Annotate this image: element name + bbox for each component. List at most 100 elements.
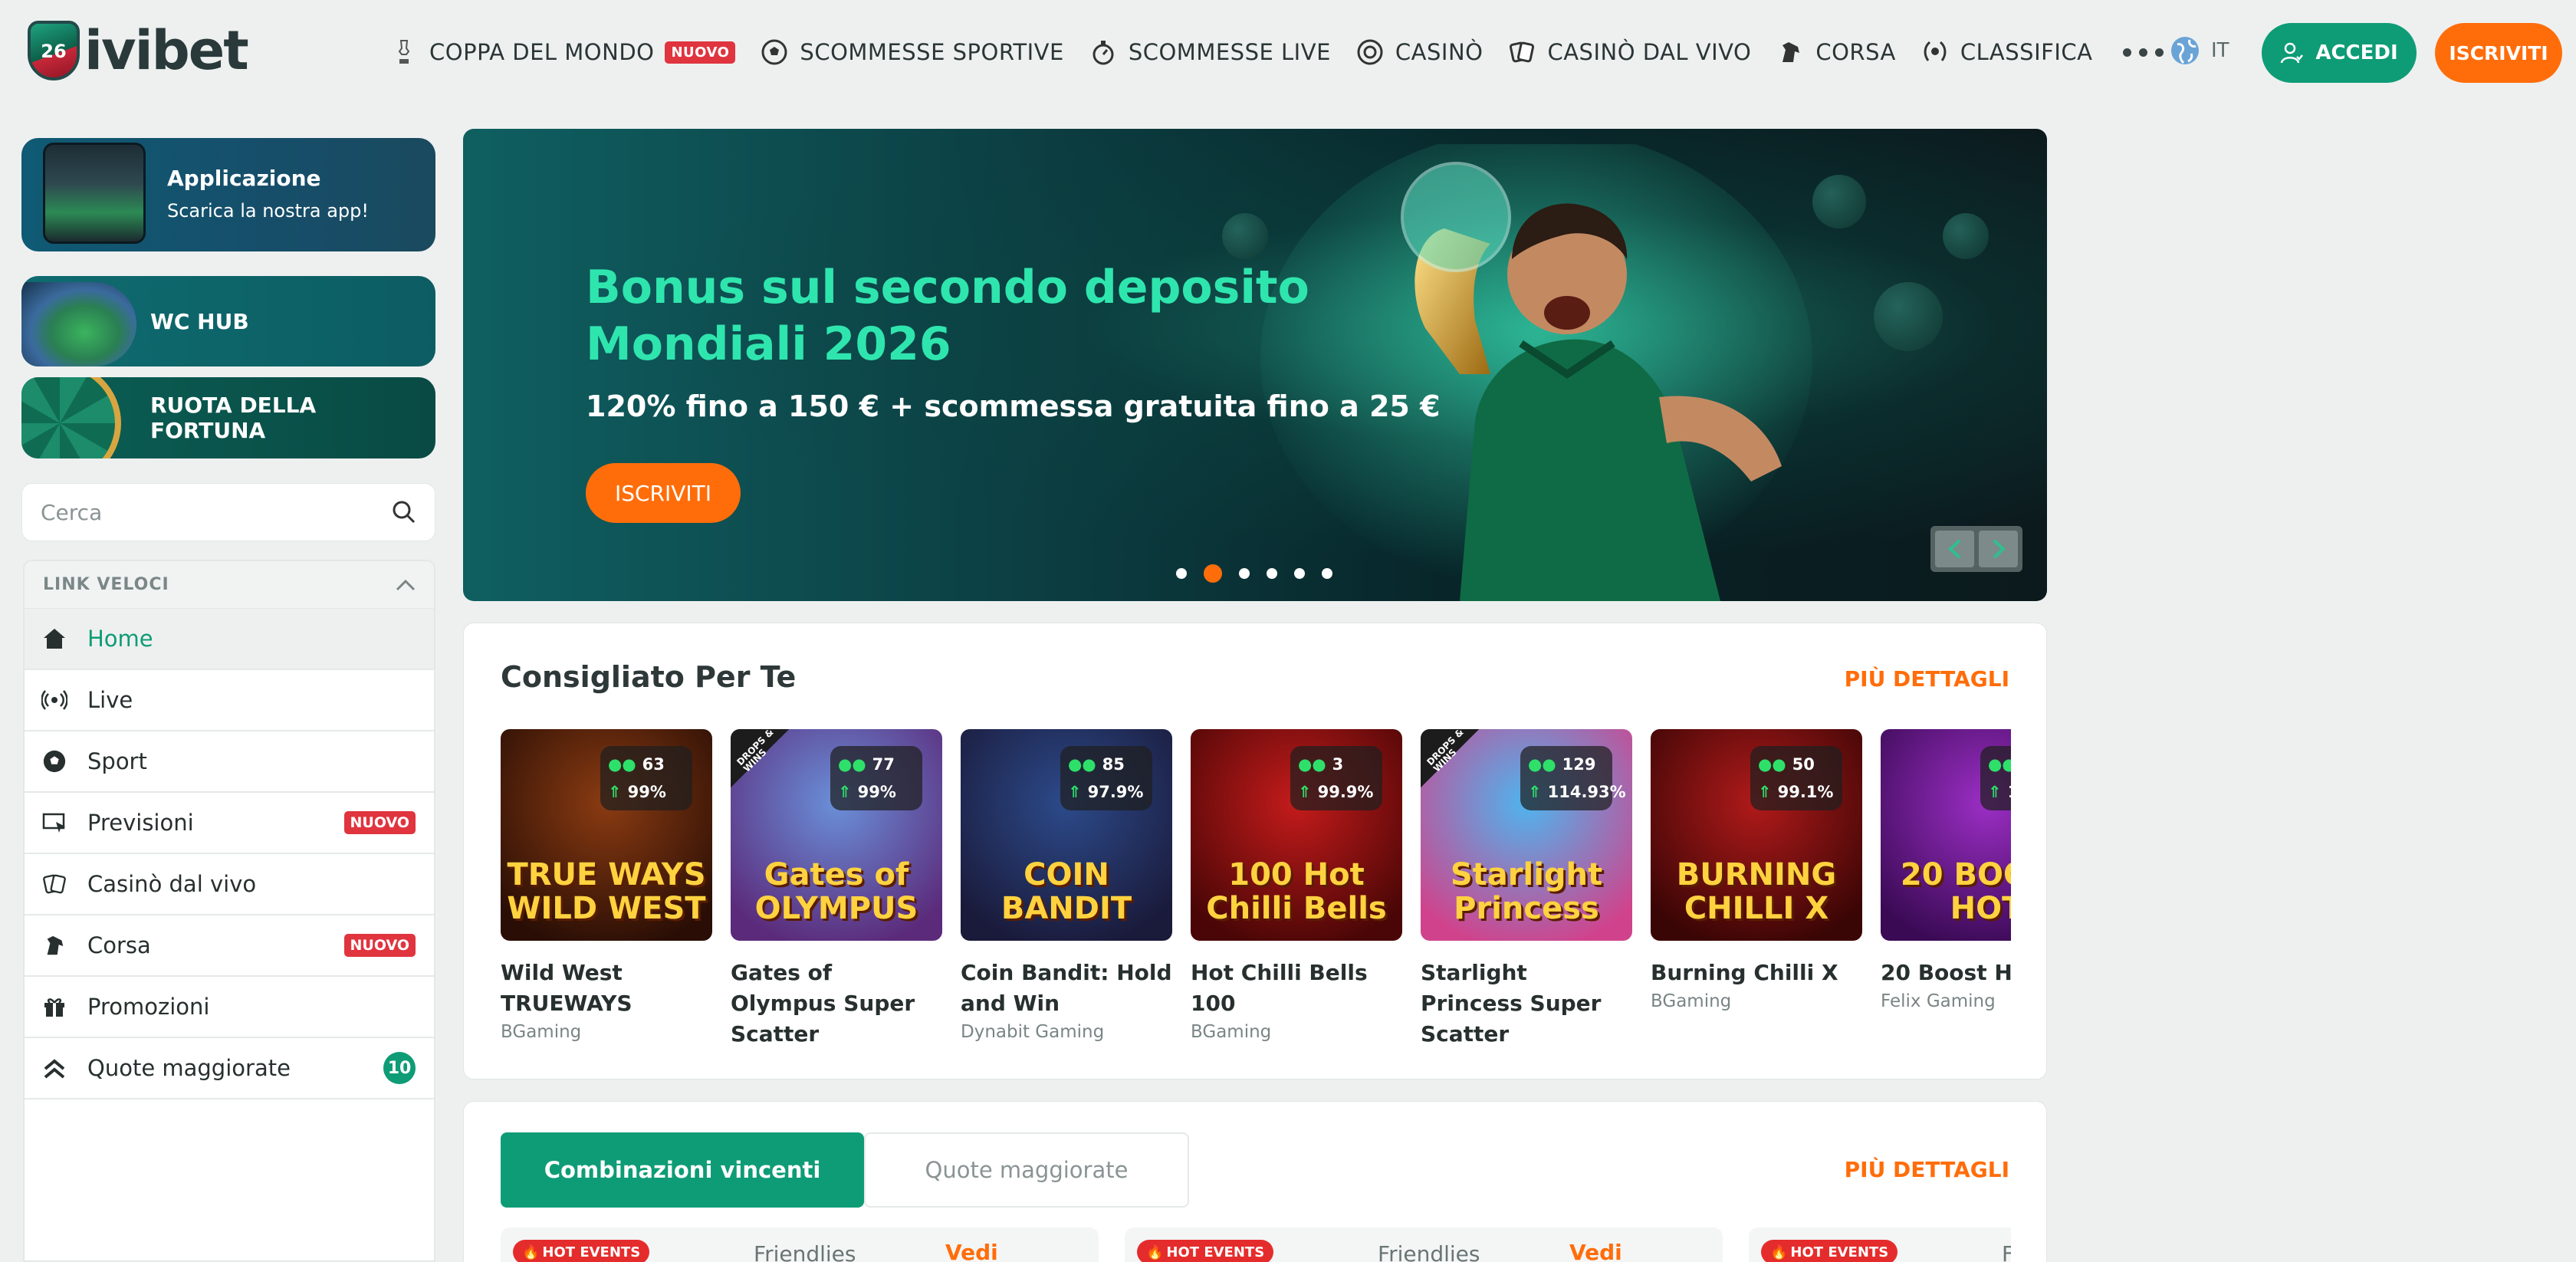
signup-button[interactable]: ISCRIVITI bbox=[2435, 23, 2562, 83]
laurel-icon bbox=[1922, 39, 1948, 65]
quick-link-promotions[interactable]: Promozioni bbox=[25, 977, 434, 1038]
quick-links-header[interactable]: LINK VELOCI bbox=[25, 561, 434, 609]
quick-link-boosted-odds[interactable]: Quote maggiorate 10 bbox=[25, 1038, 434, 1099]
logo-badge: 26 bbox=[41, 41, 67, 62]
chevron-left-icon[interactable] bbox=[1935, 531, 1974, 567]
players-count: 129 bbox=[1562, 755, 1596, 774]
game-provider: BGaming bbox=[1651, 991, 1732, 1011]
fire-icon: 🔥 bbox=[522, 1244, 540, 1260]
quick-link-label: Home bbox=[87, 626, 153, 652]
game-title[interactable]: Starlight Princess Super Scatter bbox=[1421, 958, 1632, 1050]
players-icon: ●● bbox=[1068, 755, 1096, 774]
count-badge: 10 bbox=[383, 1052, 416, 1084]
carousel-dot[interactable] bbox=[1267, 568, 1277, 579]
app-card-text: Applicazione Scarica la nostra app! bbox=[167, 166, 369, 222]
carousel-dot-active[interactable] bbox=[1204, 564, 1222, 583]
quick-link-live-casino[interactable]: Casinò dal vivo bbox=[25, 854, 434, 915]
view-slip-link[interactable]: Vedi schedina bbox=[1569, 1240, 1723, 1262]
quick-links-panel: LINK VELOCI Home Live Sport Previsioni N… bbox=[23, 560, 435, 1262]
nav-world-cup[interactable]: COPPA DEL MONDO NUOVO bbox=[391, 39, 736, 65]
wheel-of-fortune-card[interactable]: RUOTA DELLA FORTUNA bbox=[21, 377, 435, 458]
game-card[interactable]: ●● 50 ⇑ 99.1% BURNING CHILLI X Burning Chilli… bbox=[1651, 729, 1862, 1011]
nav-label: CASINÒ DAL VIVO bbox=[1547, 39, 1752, 65]
app-download-card[interactable]: Applicazione Scarica la nostra app! bbox=[21, 138, 435, 251]
nav-live-casino[interactable]: CASINÒ DAL VIVO bbox=[1509, 39, 1751, 65]
games-carousel: ●● 63 ⇑ 99% TRUE WAYS WILD WEST Wild West TRU… bbox=[501, 729, 2011, 1051]
game-title[interactable]: Wild West TRUEWAYS bbox=[501, 958, 712, 1019]
nav-racing[interactable]: CORSA bbox=[1777, 39, 1896, 65]
game-title[interactable]: Hot Chilli Bells 100 bbox=[1191, 958, 1402, 1019]
horse-icon bbox=[1777, 39, 1803, 65]
players-icon: ●● bbox=[838, 755, 866, 774]
football-player-image bbox=[1260, 144, 1812, 601]
hot-label: HOT EVENTS bbox=[1790, 1244, 1889, 1260]
game-thumbnail[interactable]: DROPS & WINS ●● 77 ⇑ 99% Gates of OLYMPUS bbox=[731, 729, 942, 941]
game-thumbnail[interactable]: ●●4⇑1020 BOOST HOT bbox=[1881, 729, 2011, 941]
quick-link-predictions[interactable]: Previsioni NUOVO bbox=[25, 793, 434, 854]
players-count: 77 bbox=[872, 755, 895, 774]
nav-sports-betting[interactable]: SCOMMESSE SPORTIVE bbox=[761, 39, 1063, 65]
view-slip-link[interactable]: Vedi schedina bbox=[945, 1240, 1099, 1262]
globe-icon bbox=[2171, 37, 2199, 64]
game-card[interactable]: ●● 3 ⇑ 99.9% 100 Hot Chilli Bells Hot Chilli … bbox=[1191, 729, 1402, 1042]
game-thumbnail[interactable]: ●● 50 ⇑ 99.1% BURNING CHILLI X bbox=[1651, 729, 1862, 941]
more-menu-icon[interactable] bbox=[2123, 48, 2164, 57]
section-title: Consigliato Per Te bbox=[501, 660, 797, 694]
nav-leaderboard[interactable]: CLASSIFICA bbox=[1922, 39, 2093, 65]
carousel-dot[interactable] bbox=[1176, 568, 1187, 579]
hero-signup-button[interactable]: ISCRIVITI bbox=[586, 463, 741, 523]
gift-icon bbox=[41, 994, 67, 1020]
more-details-link[interactable]: PIÙ DETTAGLI bbox=[1845, 666, 2009, 692]
hero-banner[interactable]: Bonus sul secondo deposito Mondiali 2026… bbox=[463, 129, 2047, 601]
search-input[interactable]: Cerca bbox=[21, 483, 435, 541]
game-provider: BGaming bbox=[501, 1022, 582, 1042]
tab-boosted-odds[interactable]: Quote maggiorate bbox=[864, 1132, 1189, 1208]
coin-decoration bbox=[1874, 282, 1943, 351]
game-title[interactable]: Gates of Olympus Super Scatter bbox=[731, 958, 942, 1050]
tab-winning-combinations[interactable]: Combinazioni vincenti bbox=[501, 1132, 864, 1208]
nav-label: SCOMMESSE LIVE bbox=[1128, 39, 1331, 65]
combinations-section: Combinazioni vincenti Quote maggiorate P… bbox=[463, 1101, 2047, 1262]
game-thumbnail[interactable]: DROPS & WINS ●● 129 ⇑ 114.93% Starlight Princ… bbox=[1421, 729, 1632, 941]
chevron-right-icon[interactable] bbox=[1979, 531, 2018, 567]
game-card[interactable]: DROPS & WINS ●● 129 ⇑ 114.93% Starlight Princ… bbox=[1421, 729, 1632, 1051]
game-card[interactable]: DROPS & WINS ●● 77 ⇑ 99% Gates of OLYMPUS Gate… bbox=[731, 729, 942, 1051]
more-details-link[interactable]: PIÙ DETTAGLI bbox=[1845, 1157, 2009, 1182]
carousel-dot[interactable] bbox=[1294, 568, 1305, 579]
game-card[interactable]: ●●4⇑1020 BOOST HOT20 Boost HotFelix Gami… bbox=[1881, 729, 2011, 1011]
wc-hub-card[interactable]: WC HUB bbox=[21, 276, 435, 366]
ivibet-logo[interactable]: 26 ivibet bbox=[28, 18, 249, 83]
quick-link-live[interactable]: Live bbox=[25, 670, 434, 731]
login-button[interactable]: ACCEDI bbox=[2262, 23, 2417, 83]
game-thumbnail[interactable]: ●● 85 ⇑ 97.9% COIN BANDIT bbox=[961, 729, 1172, 941]
game-title[interactable]: 20 Boost Hot bbox=[1881, 958, 2011, 988]
game-logo-art: Starlight Princess bbox=[1450, 857, 1603, 926]
event-card[interactable]: 🔥HOT EVENTS Friendlies Vedi schedina bbox=[1125, 1227, 1723, 1262]
game-thumbnail[interactable]: ●● 63 ⇑ 99% TRUE WAYS WILD WEST bbox=[501, 729, 712, 941]
quick-link-home[interactable]: Home bbox=[25, 609, 434, 670]
chevron-up-icon[interactable] bbox=[396, 579, 416, 591]
event-card[interactable]: 🔥HOT EVENTS Friendlies Vedi schedina bbox=[501, 1227, 1099, 1262]
nav-casino[interactable]: CASINÒ bbox=[1357, 39, 1484, 65]
language-selector[interactable]: IT bbox=[2170, 35, 2229, 66]
nav-live-betting[interactable]: SCOMMESSE LIVE bbox=[1090, 39, 1331, 65]
search-icon[interactable] bbox=[392, 500, 416, 524]
quick-link-racing[interactable]: Corsa NUOVO bbox=[25, 915, 434, 977]
game-card[interactable]: ●● 85 ⇑ 97.9% COIN BANDIT Coin Bandit: Hold a… bbox=[961, 729, 1172, 1042]
carousel-dot[interactable] bbox=[1239, 568, 1250, 579]
drops-wins-label: DROPS & WINS bbox=[1424, 729, 1466, 774]
login-label: ACCEDI bbox=[2315, 41, 2398, 64]
game-thumbnail[interactable]: ●● 3 ⇑ 99.9% 100 Hot Chilli Bells bbox=[1191, 729, 1402, 941]
hero-title: Bonus sul secondo deposito Mondiali 2026 bbox=[586, 259, 1309, 373]
game-card[interactable]: ●● 63 ⇑ 99% TRUE WAYS WILD WEST Wild West TRU… bbox=[501, 729, 712, 1042]
carousel-dot[interactable] bbox=[1322, 568, 1332, 579]
game-stats-overlay: ●●4⇑10 bbox=[1980, 746, 2011, 810]
quick-link-sport[interactable]: Sport bbox=[25, 731, 434, 793]
cursor-icon bbox=[41, 810, 67, 836]
game-title[interactable]: Coin Bandit: Hold and Win bbox=[961, 958, 1172, 1019]
game-title[interactable]: Burning Chilli X bbox=[1651, 958, 1862, 988]
rtp-up-icon: ⇑ bbox=[1068, 783, 1082, 801]
event-card[interactable]: 🔥HOT EVENTS F bbox=[1749, 1227, 2011, 1262]
hot-events-badge: 🔥 HOT EVENTS bbox=[1761, 1240, 1898, 1262]
players-icon: ●● bbox=[1298, 755, 1326, 774]
